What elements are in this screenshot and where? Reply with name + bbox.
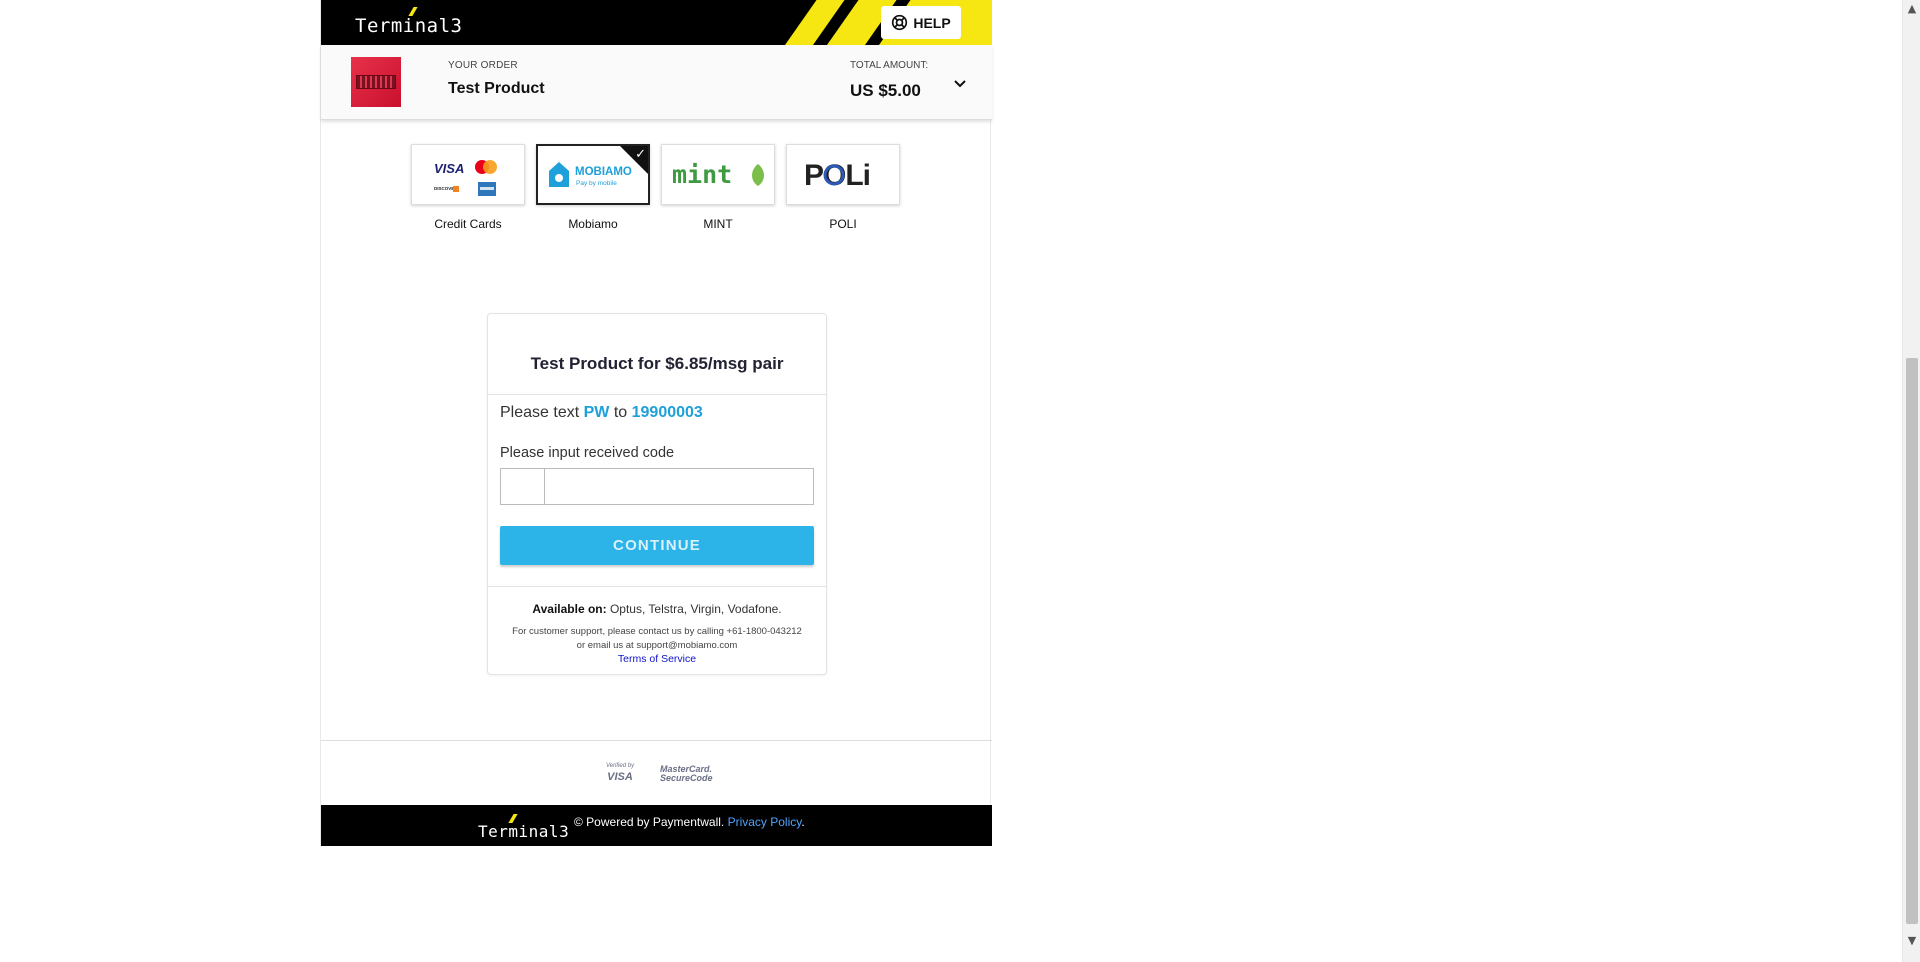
card-brands-icon: VISA DISCOVER [434,159,497,196]
payment-method-mobiamo[interactable]: MOBIAMO Pay by mobile ✓ Mobiamo [536,144,650,231]
method-label: POLI [829,217,857,231]
code-input-field[interactable] [545,469,813,504]
product-name: Test Product [448,80,545,97]
lifebuoy-icon [892,14,908,31]
available-carriers: Available on: Optus, Telstra, Virgin, Vo… [532,602,782,616]
total-amount-label: TOTAL AMOUNT: [850,60,929,71]
continue-button[interactable]: CONTINUE [500,526,814,565]
product-thumbnail [351,57,401,107]
footer-divider [321,740,992,741]
method-label: Mobiamo [568,217,618,231]
svg-text:POLi: POLi [804,159,870,192]
powered-by: © Powered by Paymentwall. Privacy Policy… [574,815,805,829]
mastercard-securecode-badge: MasterCard. SecureCode [660,764,713,783]
sms-keyword: PW [583,404,610,421]
panel-title: Test Product for $6.85/msg pair [530,354,784,373]
support-info: For customer support, please contact us … [512,626,802,651]
method-label: MINT [703,217,733,231]
your-order-label: YOUR ORDER [448,60,518,71]
scroll-up-arrow-icon[interactable]: ▲ [1903,0,1920,18]
checkout-widget: Terminal3 HELP YOUR ORDER Test Product T… [320,0,992,846]
mint-icon: mint [672,160,764,189]
payment-method-list: VISA DISCOVER Credit Cards MOBIAMO Pay b… [411,144,900,231]
terminal3-logo: Terminal3 [355,7,462,37]
order-summary: YOUR ORDER Test Product TOTAL AMOUNT: US… [321,45,992,120]
scroll-down-arrow-icon[interactable]: ▼ [1903,932,1920,950]
sms-instruction: Please text PW to 19900003 [500,404,703,421]
code-input-label: Please input received code [500,445,675,461]
chevron-down-icon[interactable] [951,75,969,93]
payment-method-mint[interactable]: mint MINT [661,144,775,231]
verified-by-visa-badge: Verified by VISA [605,763,635,783]
help-label: HELP [913,14,951,31]
received-code-input[interactable] [500,468,814,505]
terminal3-footer-logo: Terminal3 [478,814,569,841]
divider [488,394,826,395]
poli-logo: POLi [786,144,900,205]
mobiamo-payment-panel: Test Product for $6.85/msg pair Please t… [487,313,827,675]
total-amount: US $5.00 [850,81,921,100]
payment-method-credit-cards[interactable]: VISA DISCOVER Credit Cards [411,144,525,231]
terms-of-service: Terms of Service [488,653,826,665]
scrollbar-thumb[interactable] [1906,358,1918,924]
svg-text:VISA: VISA [434,161,464,176]
poli-icon: POLi [804,159,871,192]
terms-of-service-link[interactable]: Terms of Service [618,653,696,665]
svg-text:mint: mint [672,160,732,189]
privacy-policy-link[interactable]: Privacy Policy [728,815,802,829]
help-button[interactable]: HELP [881,6,961,39]
payment-method-poli[interactable]: POLi POLI [786,144,900,231]
footer-bar: Terminal3 © Powered by Paymentwall. Priv… [321,805,992,846]
checkmark-icon: ✓ [635,147,646,162]
sms-shortcode: 19900003 [631,404,703,421]
method-label: Credit Cards [434,217,502,231]
page-scrollbar[interactable]: ▲ ▼ [1902,0,1920,962]
credit-cards-logo: VISA DISCOVER [411,144,525,205]
svg-text:Pay by mobile: Pay by mobile [576,180,617,187]
divider [488,586,826,587]
mint-logo: mint [661,144,775,205]
code-input-prefix [501,469,545,504]
header-bar: Terminal3 HELP [321,0,992,45]
mobiamo-logo: MOBIAMO Pay by mobile ✓ [536,144,650,205]
